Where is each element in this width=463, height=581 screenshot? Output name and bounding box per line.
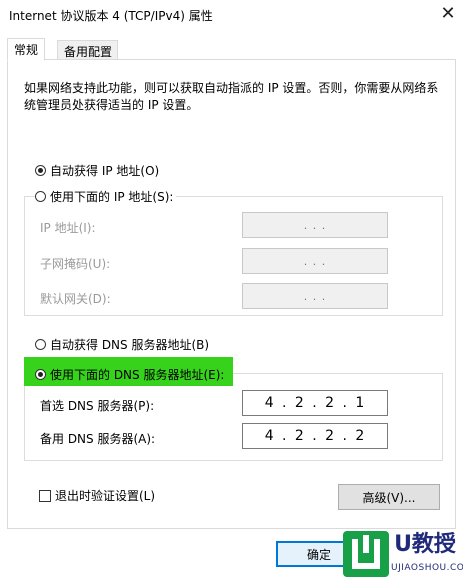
octet-dot: . [342,395,348,411]
tab-alternate-config[interactable]: 备用配置 [57,40,118,60]
validate-on-exit[interactable]: 退出时验证设置(L) [39,487,155,504]
default-gateway-field[interactable]: . . . [242,283,388,309]
preferred-dns-octet-1: 4 [264,395,275,411]
radio-auto-ip-label: 自动获得 IP 地址(O) [50,164,160,178]
octet-dot: . [282,395,288,411]
subnet-mask-field[interactable]: . . . [242,248,388,274]
description-text: 如果网络支持此功能，则可以获取自动指派的 IP 设置。否则，你需要从网络系统管理… [24,81,439,112]
radio-auto-dns[interactable]: 自动获得 DNS 服务器地址(B) [35,336,209,353]
close-icon[interactable]: ✕ [438,4,458,24]
validate-checkbox[interactable] [39,489,51,502]
ip-address-field[interactable]: . . . [242,212,388,238]
alternate-dns-octet-1: 4 [264,428,275,444]
default-gateway-label: 默认网关(D): [40,292,111,306]
radio-auto-ip[interactable]: 自动获得 IP 地址(O) [35,162,159,179]
octet-dot: . [312,428,318,444]
octet-dot: . [312,395,318,411]
alternate-dns-octet-2: 2 [294,428,305,444]
preferred-dns-octet-3: 2 [325,395,336,411]
radio-manual-ip-label: 使用下面的 IP 地址(S): [50,190,174,204]
octet-dot: . [342,428,348,444]
alternate-dns-label: 备用 DNS 服务器(A): [40,432,156,446]
radio-manual-ip-indicator[interactable] [35,191,46,202]
ip-address-label: IP 地址(I): [40,221,96,235]
radio-auto-ip-indicator[interactable] [35,165,46,176]
radio-auto-dns-label: 自动获得 DNS 服务器地址(B) [50,338,210,352]
validate-label: 退出时验证设置(L) [55,489,156,503]
alternate-dns-field[interactable]: 4. 2. 2. 2 [242,423,388,449]
tab-divider [7,59,456,60]
logo-icon [343,531,389,577]
preferred-dns-label: 首选 DNS 服务器(P): [40,399,155,413]
radio-manual-ip[interactable]: 使用下面的 IP 地址(S): [35,188,177,205]
radio-manual-dns-indicator[interactable] [35,369,46,380]
alternate-dns-octet-3: 2 [325,428,336,444]
radio-auto-dns-indicator[interactable] [35,339,46,350]
octet-dot: . [282,428,288,444]
watermark-url: UJIAOSHOU.COM [391,562,463,574]
subnet-mask-label: 子网掩码(U): [40,257,111,271]
watermark-brand: U教授 [389,530,461,560]
tab-general[interactable]: 常规 [7,38,46,61]
radio-manual-dns-label: 使用下面的 DNS 服务器地址(E): [50,368,225,382]
alternate-dns-octet-4: 2 [355,428,366,444]
preferred-dns-octet-2: 2 [294,395,305,411]
preferred-dns-field[interactable]: 4. 2. 2. 1 [242,390,388,416]
preferred-dns-octet-4: 1 [355,395,366,411]
window-title: Internet 协议版本 4 (TCP/IPv4) 属性 [9,9,213,23]
radio-manual-dns[interactable]: 使用下面的 DNS 服务器地址(E): [35,366,224,383]
advanced-button[interactable]: 高级(V)... [338,484,440,510]
logo-graphic [352,535,380,569]
